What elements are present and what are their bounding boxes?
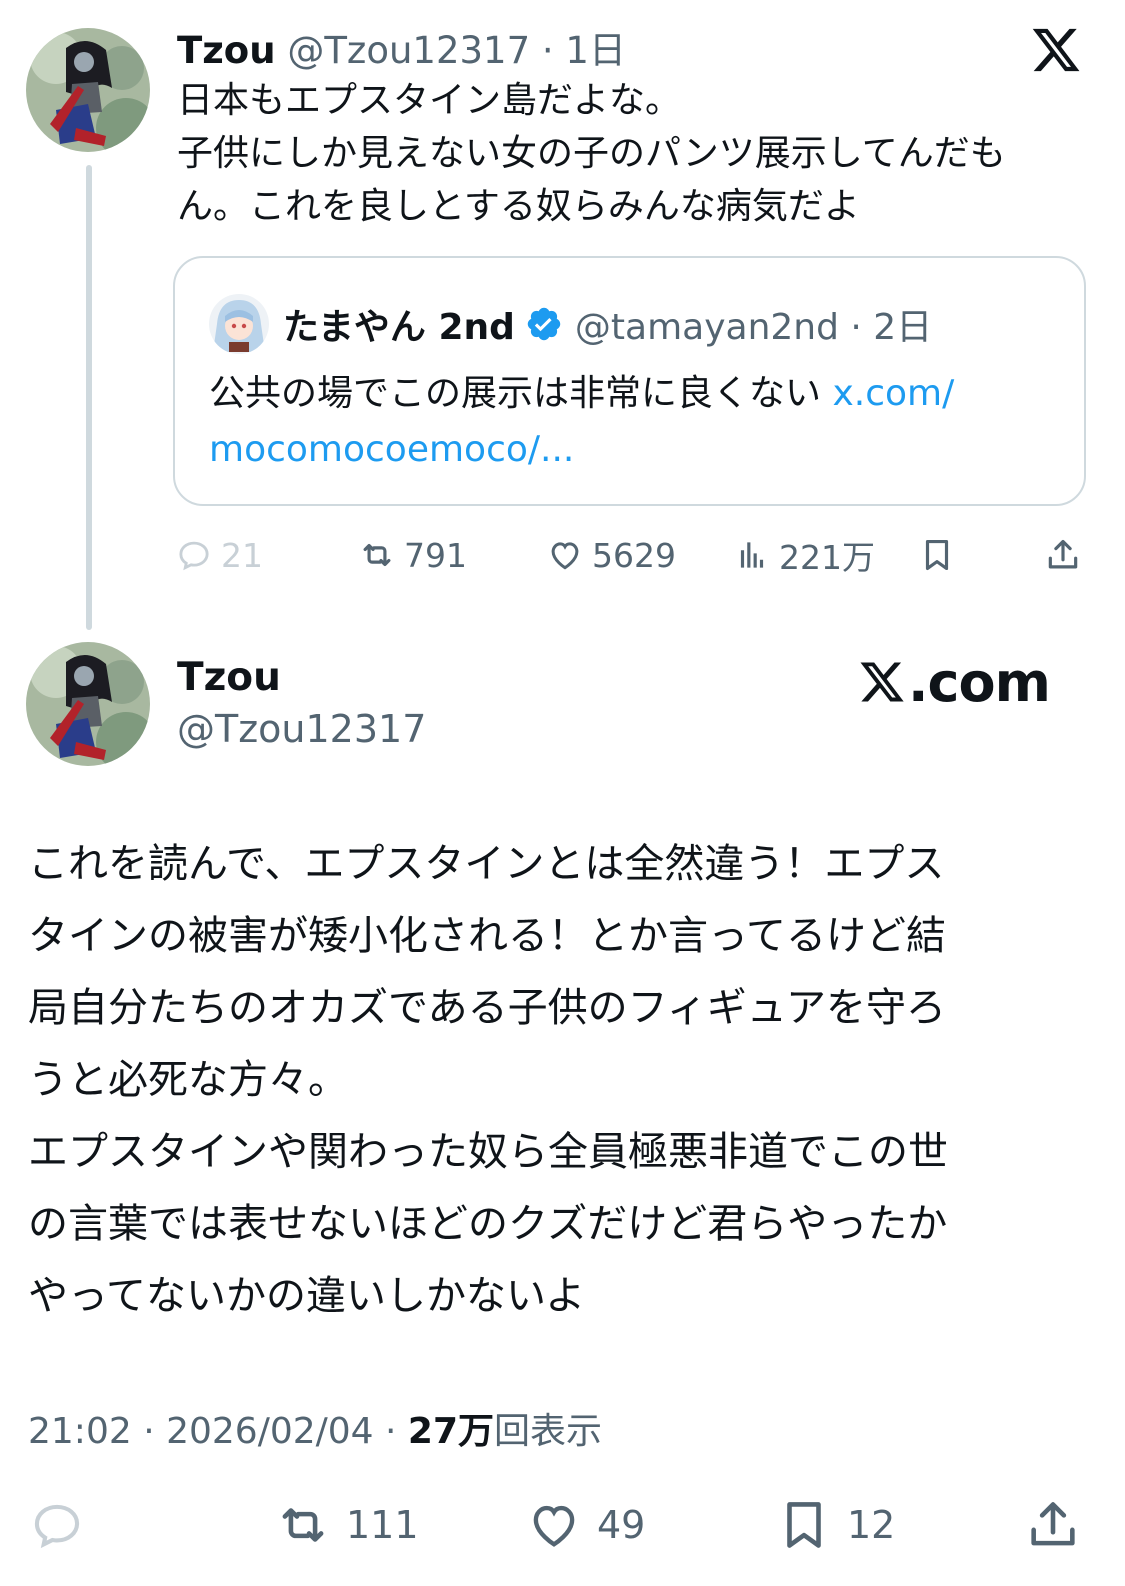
main-tweet-text-line: エプスタインや関わった奴ら全員極悪非道でこの世 bbox=[28, 1129, 948, 1175]
quoted-tweet-header: たまやん 2nd @tamayan2nd · 2日 bbox=[283, 298, 932, 350]
author-handle[interactable]: @Tzou12317 · 1日 bbox=[287, 29, 626, 72]
bookmark-button[interactable] bbox=[918, 530, 964, 580]
tweet-text-line: ん。これを良しとする奴らみんな病気だよ bbox=[177, 186, 860, 227]
main-tweet-text-line: の言葉では表せないほどのクズだけど君らやったか bbox=[28, 1201, 948, 1247]
views-count: 221万 bbox=[779, 538, 875, 577]
reply-icon bbox=[179, 541, 209, 571]
tweet-text-line: 日本もエプスタイン島だよな。 bbox=[177, 80, 682, 121]
views-button[interactable]: 221万 bbox=[733, 530, 875, 580]
tweet-action-bar: 21 791 5629 221万 bbox=[0, 530, 1125, 580]
quoted-author-name[interactable]: たまやん 2nd bbox=[283, 298, 515, 350]
x-logo-icon bbox=[860, 662, 904, 702]
main-tweet-text-line: タインの被害が矮小化される！とか言ってるけど結 bbox=[28, 913, 946, 959]
repost-icon bbox=[363, 543, 391, 567]
bookmark-button[interactable]: 12 bbox=[775, 1495, 895, 1555]
quoted-text: 公共の場でこの展示は非常に良くない bbox=[209, 373, 833, 414]
repost-count: 791 bbox=[404, 535, 467, 575]
quoted-tweet-card[interactable]: たまやん 2nd @tamayan2nd · 2日 公共の場でこの展示は非常に良… bbox=[173, 256, 1086, 506]
main-tweet-text: これを読んで、エプスタインとは全然違う！エプス タインの被害が矮小化される！とか… bbox=[28, 828, 1088, 1332]
main-tweet-text-line: 局自分たちのオカズである子供のフィギュアを守ろ bbox=[28, 985, 946, 1031]
verified-badge-icon bbox=[525, 305, 563, 343]
main-tweet-text-line: うと必死な方々。 bbox=[28, 1057, 348, 1103]
quoted-link[interactable]: x.com/ bbox=[832, 373, 954, 414]
like-icon bbox=[533, 1505, 575, 1547]
reply-button[interactable] bbox=[28, 1495, 100, 1555]
like-button[interactable]: 5629 bbox=[546, 530, 676, 580]
main-tweet-text-line: やってないかの違いしかないよ bbox=[28, 1273, 586, 1319]
author-name[interactable]: Tzou bbox=[177, 29, 276, 72]
repost-button[interactable]: 791 bbox=[358, 530, 467, 580]
share-button[interactable] bbox=[1044, 530, 1090, 580]
timestamp[interactable]: 21:02 · 2026/02/04 · bbox=[28, 1411, 408, 1452]
quoted-tweet-text: 公共の場でこの展示は非常に良くない x.com/ mocomocoemoco/.… bbox=[209, 366, 1069, 478]
like-icon bbox=[551, 542, 579, 570]
tweet-text: 日本もエプスタイン島だよな。 子供にしか見えない女の子のパンツ展示してんだも ん… bbox=[177, 74, 1077, 233]
tweet-text-line: 子供にしか見えない女の子のパンツ展示してんだも bbox=[177, 133, 1006, 174]
view-label: 回表示 bbox=[494, 1411, 603, 1452]
views-icon bbox=[740, 542, 764, 568]
reply-icon bbox=[34, 1504, 80, 1549]
bookmark-icon bbox=[925, 539, 949, 571]
main-tweet-action-bar: 111 49 12 bbox=[0, 1495, 1125, 1555]
quoted-author-avatar[interactable] bbox=[209, 294, 269, 354]
wordmark-text: .com bbox=[908, 650, 1051, 714]
main-author-handle[interactable]: @Tzou12317 bbox=[177, 707, 426, 751]
bookmark-count: 12 bbox=[847, 1503, 896, 1547]
main-tweet-text-line: これを読んで、エプスタインとは全然違う！エプス bbox=[28, 841, 945, 887]
tweet-metadata: 21:02 · 2026/02/04 · 27万回表示 bbox=[28, 1402, 602, 1454]
like-count: 49 bbox=[597, 1503, 646, 1547]
repost-icon bbox=[282, 1508, 324, 1542]
author-avatar[interactable] bbox=[26, 28, 150, 152]
quoted-author-handle[interactable]: @tamayan2nd · 2日 bbox=[575, 298, 932, 350]
x-com-wordmark: .com bbox=[858, 650, 1051, 714]
like-count: 5629 bbox=[592, 535, 676, 575]
bookmark-icon bbox=[787, 1502, 821, 1548]
share-button[interactable] bbox=[1024, 1495, 1096, 1555]
tweet-header: Tzou @Tzou12317 · 1日 bbox=[177, 20, 626, 74]
share-icon bbox=[1031, 1502, 1075, 1546]
view-count: 27万 bbox=[407, 1411, 495, 1452]
reply-count: 21 bbox=[221, 535, 263, 575]
main-author-avatar[interactable] bbox=[26, 642, 150, 766]
quoted-link-continuation[interactable]: mocomocoemoco/... bbox=[209, 429, 574, 470]
like-button[interactable]: 49 bbox=[525, 1495, 645, 1555]
main-author-name[interactable]: Tzou bbox=[177, 655, 281, 700]
reply-button[interactable]: 21 bbox=[175, 530, 263, 580]
x-logo-icon bbox=[1030, 24, 1082, 76]
repost-button[interactable]: 111 bbox=[274, 1495, 419, 1555]
share-icon bbox=[1048, 539, 1078, 569]
repost-count: 111 bbox=[346, 1503, 419, 1547]
